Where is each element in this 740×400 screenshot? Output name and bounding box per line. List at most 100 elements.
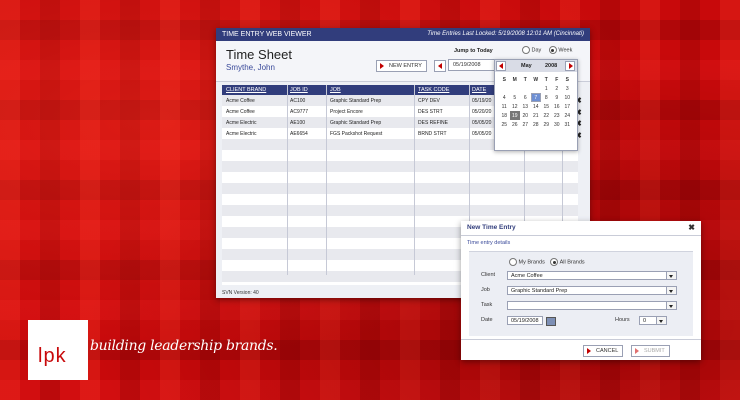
dialog-subtitle: Time entry details (467, 240, 511, 246)
prev-date-button[interactable] (434, 60, 446, 72)
cell-brand: Acme Coffee (226, 109, 255, 115)
calendar-day (520, 84, 531, 93)
next-month-button[interactable] (565, 61, 575, 71)
job-value: Graphic Standard Prep (511, 288, 568, 294)
calendar-day[interactable]: 20 (520, 111, 531, 120)
lpk-logo: lpk (28, 320, 88, 380)
cell-brand: Acme Electric (226, 120, 257, 126)
cell-brand: Acme Coffee (226, 98, 255, 104)
calendar-day[interactable]: 23 (552, 111, 563, 120)
col-job[interactable]: JOB (330, 87, 341, 93)
col-task-code[interactable]: TASK CODE (418, 87, 449, 93)
calendar-day[interactable]: 14 (531, 102, 542, 111)
my-brands-radio[interactable] (509, 258, 517, 266)
dow-label: S (565, 76, 569, 83)
dialog-footer: CANCEL SUBMIT (461, 339, 701, 361)
week-radio[interactable] (548, 46, 557, 54)
job-label: Job (481, 287, 490, 293)
column-divider (287, 85, 288, 275)
chevron-down-icon (666, 272, 676, 279)
day-radio[interactable] (522, 46, 530, 54)
all-brands-radio[interactable] (550, 258, 559, 266)
chevron-down-icon (666, 302, 676, 309)
calendar-day[interactable]: 27 (520, 120, 531, 129)
cell-date: 05/20/20 (472, 109, 492, 115)
close-icon[interactable]: ✖ (688, 221, 695, 235)
entry-date-input[interactable]: 05/19/2008 (507, 316, 543, 325)
calendar-day (531, 84, 542, 93)
user-name: Smythe, John (226, 63, 275, 72)
view-toggle: Day Week (522, 46, 572, 54)
cell-brand: Acme Electric (226, 131, 257, 137)
calendar-day[interactable]: 30 (552, 120, 563, 129)
calendar-day[interactable]: 13 (520, 102, 531, 111)
cell-job: Graphic Standard Prep (330, 120, 382, 126)
calendar-icon[interactable] (546, 317, 556, 326)
calendar-day[interactable]: 12 (510, 102, 521, 111)
svn-version: SVN Version: 40 (222, 290, 259, 296)
date-label: Date (481, 317, 493, 323)
calendar-day[interactable]: 6 (520, 93, 531, 102)
week-label: Week (558, 47, 573, 54)
arrow-right-icon (380, 63, 384, 69)
calendar-day[interactable]: 21 (531, 111, 542, 120)
calendar-day[interactable]: 9 (552, 93, 563, 102)
new-time-entry-dialog: New Time Entry ✖ Time entry details My B… (461, 221, 701, 360)
calendar-day[interactable]: 2 (552, 84, 563, 93)
new-entry-button[interactable]: NEW ENTRY (376, 60, 427, 72)
col-client-brand[interactable]: CLIENT BRAND (226, 87, 266, 93)
dow-label: S (502, 76, 506, 83)
job-select[interactable]: Graphic Standard Prep (507, 286, 677, 295)
date-picker-calendar: May 2008 S M T W T F S 1 2 3 4 5 6 7 8 9… (494, 59, 578, 151)
calendar-day[interactable]: 16 (552, 102, 563, 111)
calendar-day[interactable]: 15 (541, 102, 552, 111)
calendar-day-selected[interactable]: 7 (530, 93, 541, 102)
cancel-label: CANCEL (596, 348, 619, 354)
calendar-day[interactable]: 28 (531, 120, 542, 129)
cell-task: CPY DEV (418, 98, 440, 104)
calendar-day-today[interactable]: 19 (509, 111, 520, 120)
cell-job: FGS Packshot Request (330, 131, 383, 137)
calendar-day[interactable]: 5 (510, 93, 521, 102)
chevron-down-icon (666, 287, 676, 294)
client-select[interactable]: Acme Coffee (507, 271, 677, 280)
calendar-day[interactable]: 8 (541, 93, 552, 102)
hours-stepper[interactable]: 0 (639, 316, 667, 325)
jump-to-today-link[interactable]: Jump to Today (454, 48, 493, 54)
task-select[interactable] (507, 301, 677, 310)
cell-job: Graphic Standard Prep (330, 98, 382, 104)
tagline: building leadership brands. (90, 338, 278, 354)
col-date[interactable]: DATE (472, 87, 486, 93)
calendar-day[interactable]: 29 (541, 120, 552, 129)
submit-label: SUBMIT (644, 348, 665, 354)
calendar-day (510, 84, 521, 93)
calendar-day[interactable]: 11 (499, 102, 510, 111)
cell-date: 05/05/20 (472, 120, 492, 126)
calendar-day[interactable]: 3 (562, 84, 573, 93)
calendar-day[interactable]: 22 (541, 111, 552, 120)
prev-month-button[interactable] (496, 61, 506, 71)
calendar-header: May 2008 (495, 60, 577, 72)
calendar-day[interactable]: 31 (562, 120, 573, 129)
arrow-left-icon (499, 63, 503, 69)
calendar-day[interactable]: 10 (562, 93, 573, 102)
chevron-down-icon (656, 317, 666, 324)
calendar-grid: S M T W T F S 1 2 3 4 5 6 7 8 9 10 11 12… (499, 75, 573, 129)
calendar-day[interactable]: 4 (499, 93, 510, 102)
calendar-month: May (521, 63, 532, 69)
calendar-day[interactable]: 17 (562, 102, 573, 111)
calendar-day[interactable]: 26 (510, 120, 521, 129)
cell-date: 05/19/20 (472, 98, 492, 104)
hours-value: 0 (643, 318, 647, 324)
calendar-day[interactable]: 24 (562, 111, 573, 120)
cell-job-id: AE100 (290, 120, 306, 126)
dow-label: M (512, 76, 517, 83)
calendar-day[interactable]: 18 (499, 111, 510, 120)
col-job-id[interactable]: JOB ID (290, 87, 308, 93)
cell-task: BRND STRT (418, 131, 447, 137)
all-brands-label: All Brands (559, 259, 585, 266)
submit-button[interactable]: SUBMIT (631, 345, 670, 357)
calendar-day[interactable]: 1 (541, 84, 552, 93)
calendar-day[interactable]: 25 (499, 120, 510, 129)
cancel-button[interactable]: CANCEL (583, 345, 624, 357)
